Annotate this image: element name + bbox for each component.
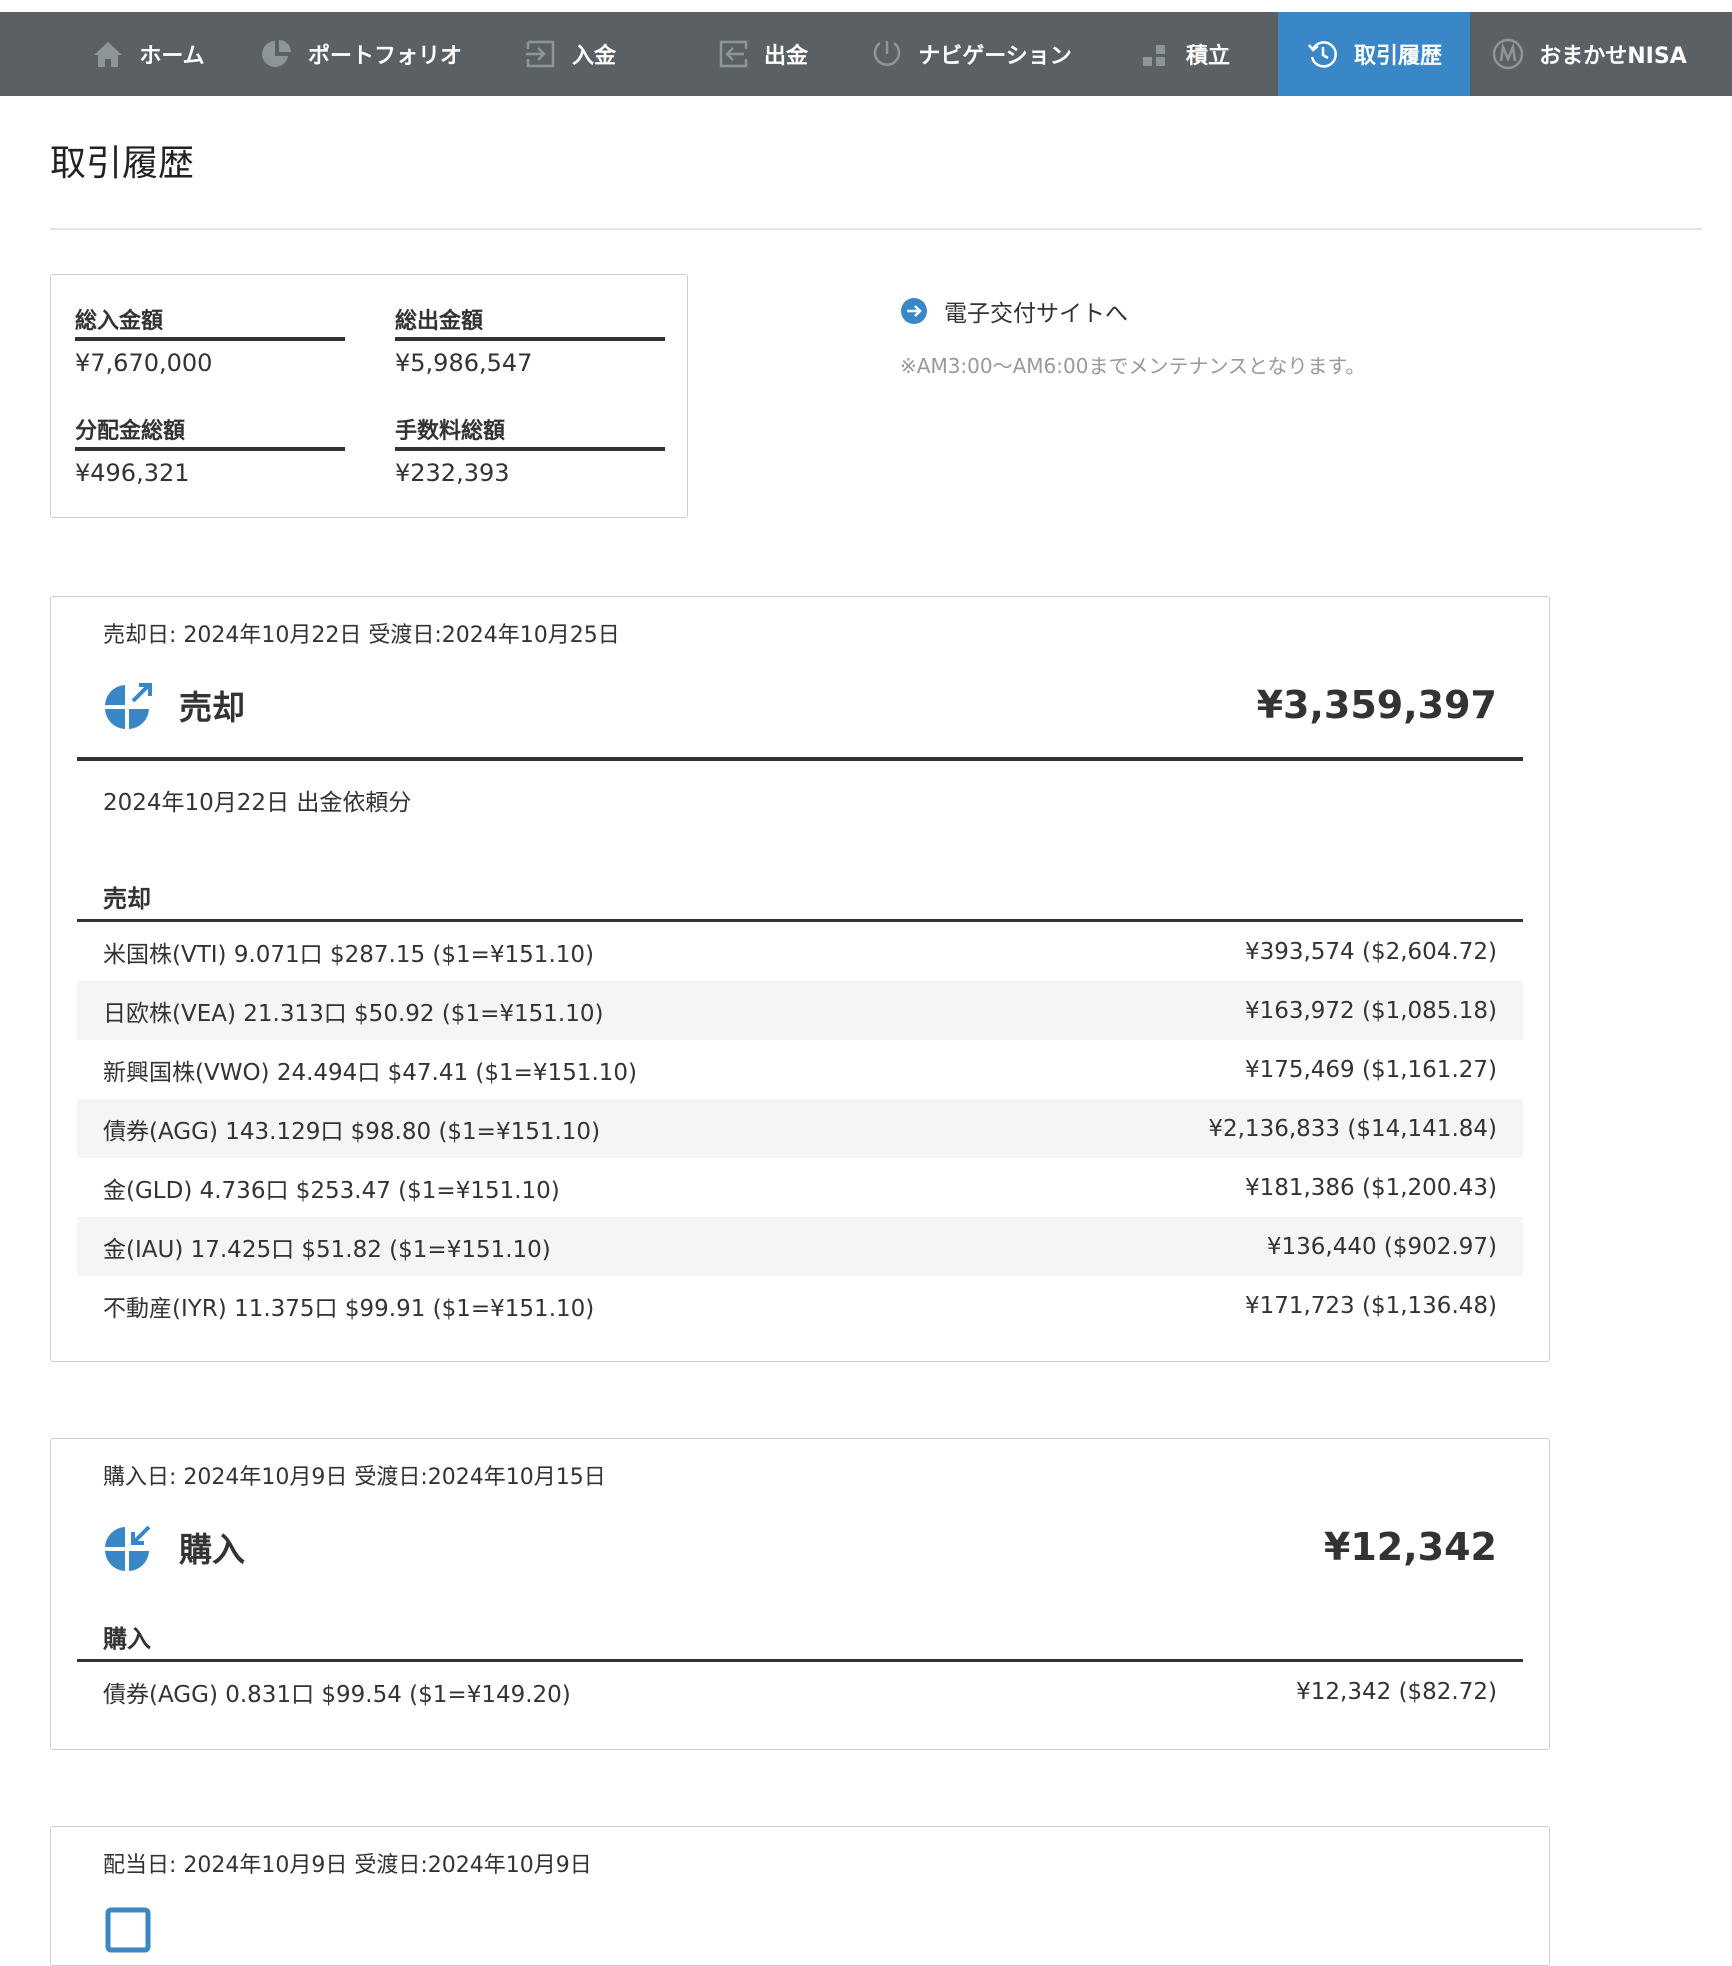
total-withdraw-label: 総出金額 <box>395 303 665 341</box>
nav-item-portfolio[interactable]: ポートフォリオ <box>248 12 474 96</box>
sale-rows: 米国株(VTI) 9.071口 $287.15 ($1=¥151.10) ¥39… <box>77 922 1523 1335</box>
purchase-header: 購入 ¥12,342 <box>103 1519 1497 1575</box>
row-amount: ¥163,972 ($1,085.18) <box>1244 997 1497 1024</box>
transaction-card-sale: 売却日: 2024年10月22日 受渡日:2024年10月25日 売却 ¥3,3… <box>50 596 1550 1362</box>
withdraw-icon <box>716 37 750 71</box>
home-icon <box>91 37 125 71</box>
dividend-date-line: 配当日: 2024年10月9日 受渡日:2024年10月9日 <box>103 1853 592 1878</box>
row-amount: ¥181,386 ($1,200.43) <box>1244 1174 1497 1201</box>
row-amount: ¥175,469 ($1,161.27) <box>1244 1056 1497 1083</box>
total-withdraw-value: ¥5,986,547 <box>395 349 533 377</box>
pie-chart-icon <box>260 37 294 71</box>
purchase-section-label: 購入 <box>103 1625 151 1653</box>
nav-item-label: 取引履歴 <box>1353 44 1442 69</box>
maintenance-note: ※AM3:00〜AM6:00までメンテナンスとなります。 <box>900 354 1366 378</box>
e-delivery-link-label: 電子交付サイトへ <box>944 301 1128 327</box>
nav-item-label: 積立 <box>1185 44 1230 69</box>
row-amount: ¥136,440 ($902.97) <box>1266 1233 1497 1260</box>
nav-item-navigation[interactable]: ナビゲーション <box>866 12 1076 96</box>
purchase-rows: 債券(AGG) 0.831口 $99.54 ($1=¥149.20) ¥12,3… <box>77 1662 1523 1721</box>
nav-item-label: おまかせNISA <box>1539 44 1687 69</box>
fee-total-label: 手数料総額 <box>395 413 665 451</box>
sale-header-divider <box>77 757 1523 761</box>
table-row: 日欧株(VEA) 21.313口 $50.92 ($1=¥151.10) ¥16… <box>77 981 1523 1040</box>
summary-panel: 総入金額 ¥7,670,000 総出金額 ¥5,986,547 分配金総額 ¥4… <box>50 274 688 518</box>
dividend-total-label: 分配金総額 <box>75 413 345 451</box>
total-withdraw-cell: 総出金額 ¥5,986,547 <box>395 303 665 377</box>
e-delivery-link[interactable]: 電子交付サイトへ <box>900 294 1365 328</box>
table-row: 新興国株(VWO) 24.494口 $47.41 ($1=¥151.10) ¥1… <box>77 1040 1523 1099</box>
sale-header: 売却 ¥3,359,397 <box>103 677 1497 733</box>
title-divider <box>50 228 1702 230</box>
nav-item-accumulate[interactable]: 積立 <box>1136 12 1232 96</box>
fee-total-cell: 手数料総額 ¥232,393 <box>395 413 665 487</box>
row-description: 日欧株(VEA) 21.313口 $50.92 ($1=¥151.10) <box>103 1000 604 1027</box>
purchase-total-amount: ¥12,342 <box>1323 1525 1497 1569</box>
row-description: 金(IAU) 17.425口 $51.82 ($1=¥151.10) <box>103 1236 551 1263</box>
nav-item-label: 入金 <box>571 44 616 69</box>
nav-item-history[interactable]: 取引履歴 <box>1278 12 1470 96</box>
nisa-icon <box>1491 37 1525 71</box>
sale-date-line: 売却日: 2024年10月22日 受渡日:2024年10月25日 <box>103 623 620 648</box>
arrow-circle-icon <box>901 298 927 324</box>
row-description: 金(GLD) 4.736口 $253.47 ($1=¥151.10) <box>103 1177 560 1204</box>
gauge-icon <box>870 37 904 71</box>
total-deposit-value: ¥7,670,000 <box>75 349 213 377</box>
total-deposit-label: 総入金額 <box>75 303 345 341</box>
table-row: 金(IAU) 17.425口 $51.82 ($1=¥151.10) ¥136,… <box>77 1217 1523 1276</box>
row-amount: ¥393,574 ($2,604.72) <box>1244 938 1497 965</box>
nav-item-home[interactable]: ホーム <box>78 12 218 96</box>
row-amount: ¥12,342 ($82.72) <box>1296 1678 1497 1705</box>
nav-item-nisa[interactable]: おまかせNISA <box>1484 12 1694 96</box>
row-amount: ¥2,136,833 ($14,141.84) <box>1208 1115 1497 1142</box>
nav-item-label: ナビゲーション <box>918 44 1072 69</box>
sale-type-label: 売却 <box>179 688 245 727</box>
dividend-total-value: ¥496,321 <box>75 459 190 487</box>
transaction-card-dividend: 配当日: 2024年10月9日 受渡日:2024年10月9日 <box>50 1826 1550 1966</box>
sell-icon <box>105 683 152 729</box>
page-title: 取引履歴 <box>50 143 195 184</box>
table-row: 米国株(VTI) 9.071口 $287.15 ($1=¥151.10) ¥39… <box>77 922 1523 981</box>
row-amount: ¥171,723 ($1,136.48) <box>1244 1292 1497 1319</box>
nav-item-label: ホーム <box>139 44 205 69</box>
main-nav: ホーム ポートフォリオ 入金 出金 ナビゲーション 積立 取引履歴 おまかせNI… <box>0 12 1732 96</box>
purchase-date-line: 購入日: 2024年10月9日 受渡日:2024年10月15日 <box>103 1465 606 1490</box>
table-row: 金(GLD) 4.736口 $253.47 ($1=¥151.10) ¥181,… <box>77 1158 1523 1217</box>
blocks-icon <box>1138 37 1172 71</box>
nav-item-label: ポートフォリオ <box>307 44 462 69</box>
row-description: 債券(AGG) 0.831口 $99.54 ($1=¥149.20) <box>103 1681 571 1708</box>
table-row: 債券(AGG) 143.129口 $98.80 ($1=¥151.10) ¥2,… <box>77 1099 1523 1158</box>
buy-icon <box>105 1525 151 1571</box>
sale-subtitle: 2024年10月22日 出金依頼分 <box>103 790 412 816</box>
e-delivery-section: 電子交付サイトへ ※AM3:00〜AM6:00までメンテナンスとなります。 <box>900 294 1365 379</box>
row-description: 米国株(VTI) 9.071口 $287.15 ($1=¥151.10) <box>103 941 594 968</box>
table-row: 債券(AGG) 0.831口 $99.54 ($1=¥149.20) ¥12,3… <box>77 1662 1523 1721</box>
transaction-card-purchase: 購入日: 2024年10月9日 受渡日:2024年10月15日 購入 ¥12,3… <box>50 1438 1550 1750</box>
purchase-type-label: 購入 <box>179 1530 245 1569</box>
history-icon <box>1306 37 1340 71</box>
deposit-icon <box>524 37 558 71</box>
nav-item-deposit[interactable]: 入金 <box>518 12 622 96</box>
nav-item-withdraw[interactable]: 出金 <box>710 12 814 96</box>
nav-item-label: 出金 <box>763 44 808 69</box>
dividend-total-cell: 分配金総額 ¥496,321 <box>75 413 345 487</box>
sale-section-label: 売却 <box>103 885 151 913</box>
row-description: 新興国株(VWO) 24.494口 $47.41 ($1=¥151.10) <box>103 1059 638 1086</box>
dividend-icon <box>105 1907 151 1953</box>
fee-total-value: ¥232,393 <box>395 459 510 487</box>
row-description: 不動産(IYR) 11.375口 $99.91 ($1=¥151.10) <box>103 1295 595 1322</box>
top-navigation-bar: ホーム ポートフォリオ 入金 出金 ナビゲーション 積立 取引履歴 おまかせNI… <box>0 12 1732 96</box>
table-row: 不動産(IYR) 11.375口 $99.91 ($1=¥151.10) ¥17… <box>77 1276 1523 1335</box>
total-deposit-cell: 総入金額 ¥7,670,000 <box>75 303 345 377</box>
sale-total-amount: ¥3,359,397 <box>1256 683 1497 727</box>
row-description: 債券(AGG) 143.129口 $98.80 ($1=¥151.10) <box>103 1118 601 1145</box>
